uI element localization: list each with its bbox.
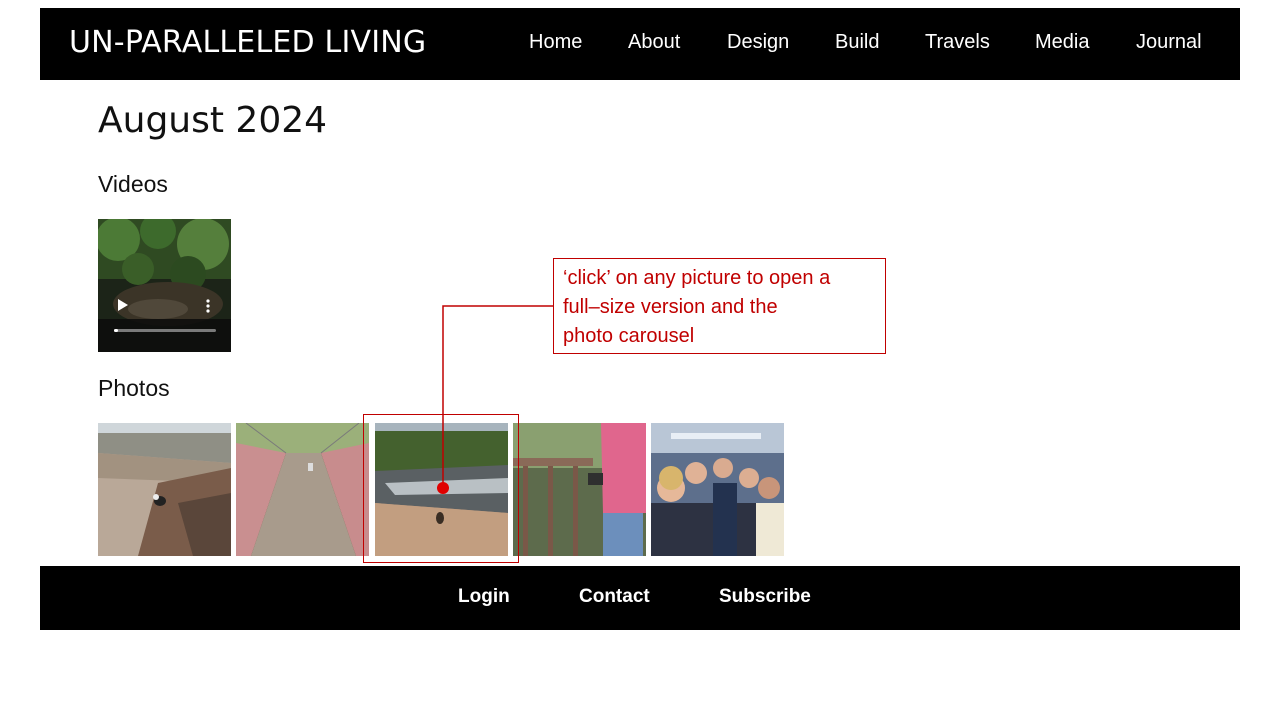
site-footer: Login Contact Subscribe <box>40 566 1240 630</box>
callout-line: full–size version and the <box>563 296 778 318</box>
nav-build[interactable]: Build <box>835 31 879 54</box>
site-header: UN-PARALLELED LIVING Home About Design B… <box>40 8 1240 80</box>
main-nav: Home About Design Build Travels Media Jo… <box>40 31 1240 59</box>
play-icon[interactable] <box>118 299 128 311</box>
footer-subscribe-link[interactable]: Subscribe <box>719 586 811 608</box>
page-title: August 2024 <box>98 100 328 141</box>
video-thumbnail[interactable] <box>98 219 231 352</box>
video-frame <box>98 219 231 352</box>
highlight-box <box>363 414 519 563</box>
more-options-icon[interactable] <box>205 299 211 313</box>
photo-thumbnail-group-selfie[interactable] <box>651 423 784 556</box>
photo-image <box>236 423 369 556</box>
nav-home[interactable]: Home <box>529 31 582 54</box>
footer-login-link[interactable]: Login <box>458 586 510 608</box>
annotation-callout: ‘click’ on any picture to open a full–si… <box>553 258 886 354</box>
videos-heading: Videos <box>98 171 168 197</box>
nav-design[interactable]: Design <box>727 31 789 54</box>
nav-travels[interactable]: Travels <box>925 31 990 54</box>
footer-contact-link[interactable]: Contact <box>579 586 650 608</box>
photo-image <box>98 423 231 556</box>
photo-thumbnail-person-railing[interactable] <box>513 423 646 556</box>
callout-line: photo carousel <box>563 325 695 347</box>
nav-about[interactable]: About <box>628 31 680 54</box>
photo-image <box>651 423 784 556</box>
nav-media[interactable]: Media <box>1035 31 1089 54</box>
callout-line: ‘click’ on any picture to open a <box>563 267 831 289</box>
photo-image <box>513 423 646 556</box>
photos-heading: Photos <box>98 375 170 401</box>
photo-thumbnail-bridge[interactable] <box>236 423 369 556</box>
photo-thumbnail-beach[interactable] <box>98 423 231 556</box>
nav-journal[interactable]: Journal <box>1136 31 1202 54</box>
